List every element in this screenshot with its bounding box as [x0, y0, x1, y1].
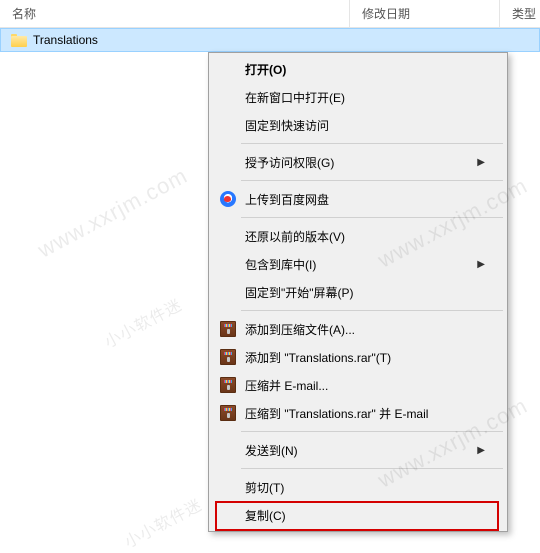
menu-pin-quick-access[interactable]: 固定到快速访问: [211, 111, 505, 139]
baidu-icon: [220, 191, 236, 207]
menu-restore-previous[interactable]: 还原以前的版本(V): [211, 222, 505, 250]
file-name: Translations: [33, 33, 98, 47]
folder-icon: [11, 34, 27, 47]
menu-cut[interactable]: 剪切(T): [211, 473, 505, 501]
column-header-type[interactable]: 类型: [500, 0, 540, 27]
menu-separator: [241, 431, 503, 432]
menu-separator: [241, 468, 503, 469]
column-header-row: 名称 修改日期 类型: [0, 0, 540, 28]
menu-open-new-window[interactable]: 在新窗口中打开(E): [211, 83, 505, 111]
menu-separator: [241, 180, 503, 181]
file-row-selected[interactable]: Translations: [0, 28, 540, 52]
menu-pin-start[interactable]: 固定到"开始"屏幕(P): [211, 278, 505, 306]
watermark-text-small: 小小软件迷: [99, 291, 185, 352]
context-menu: 打开(O) 在新窗口中打开(E) 固定到快速访问 授予访问权限(G)▶ 上传到百…: [208, 52, 508, 532]
rar-icon: [220, 321, 236, 337]
menu-rar-add[interactable]: 添加到压缩文件(A)...: [211, 315, 505, 343]
watermark-text: www.xxrjm.com: [34, 163, 193, 264]
menu-copy[interactable]: 复制(C): [211, 501, 505, 529]
menu-rar-email[interactable]: 压缩并 E-mail...: [211, 371, 505, 399]
rar-icon: [220, 349, 236, 365]
rar-icon: [220, 377, 236, 393]
menu-open[interactable]: 打开(O): [211, 55, 505, 83]
menu-grant-access[interactable]: 授予访问权限(G)▶: [211, 148, 505, 176]
rar-icon: [220, 405, 236, 421]
menu-separator: [241, 310, 503, 311]
menu-separator: [241, 217, 503, 218]
chevron-right-icon: ▶: [477, 445, 485, 456]
menu-rar-email-to[interactable]: 压缩到 "Translations.rar" 并 E-mail: [211, 399, 505, 427]
column-header-name[interactable]: 名称: [0, 0, 350, 27]
menu-separator: [241, 143, 503, 144]
chevron-right-icon: ▶: [477, 259, 485, 270]
watermark-text-small: 小小软件迷: [119, 491, 205, 552]
menu-send-to[interactable]: 发送到(N)▶: [211, 436, 505, 464]
chevron-right-icon: ▶: [477, 157, 485, 168]
menu-include-library[interactable]: 包含到库中(I)▶: [211, 250, 505, 278]
menu-baidu-upload[interactable]: 上传到百度网盘: [211, 185, 505, 213]
column-header-date[interactable]: 修改日期: [350, 0, 500, 27]
menu-rar-add-to[interactable]: 添加到 "Translations.rar"(T): [211, 343, 505, 371]
